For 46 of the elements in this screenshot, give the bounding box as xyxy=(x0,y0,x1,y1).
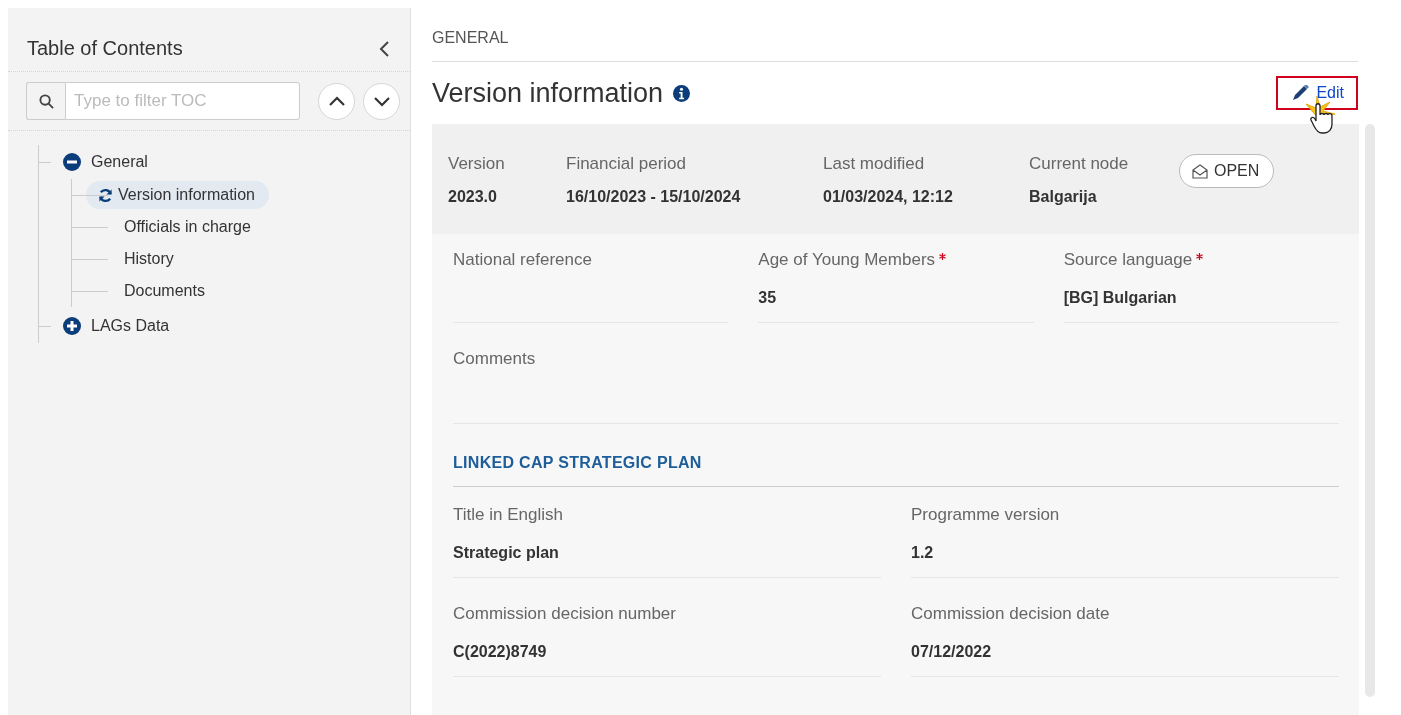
summary-value: 01/03/2024, 12:12 xyxy=(823,188,954,206)
field-label: Programme version xyxy=(911,505,1061,526)
tree-item[interactable]: LAGs Data xyxy=(79,312,184,340)
chevron-down-icon xyxy=(372,95,391,107)
summary-label: Current node xyxy=(1029,154,1130,174)
field-label: Title in English xyxy=(453,505,564,526)
refresh-icon xyxy=(98,187,113,203)
field-value: 35 xyxy=(758,274,1034,323)
previous-button[interactable] xyxy=(318,82,355,120)
summary-label: Version xyxy=(448,154,506,174)
expand-icon[interactable] xyxy=(63,317,81,335)
section-title: LINKED CAP STRATEGIC PLAN xyxy=(453,454,1339,487)
tree-item[interactable]: Officials in charge xyxy=(112,213,265,241)
summary-label: Last modified xyxy=(823,154,926,174)
field-value: 07/12/2022 xyxy=(911,628,1339,677)
chevron-up-icon xyxy=(327,95,346,107)
field-label: Commission decision number xyxy=(453,604,677,625)
search-icon xyxy=(38,93,54,109)
field-label: Age of Young Members xyxy=(758,250,1034,274)
tree-item[interactable]: General xyxy=(79,148,162,176)
summary-value: Balgarija xyxy=(1029,188,1098,206)
field-value: Strategic plan xyxy=(453,529,881,578)
collapse-icon[interactable] xyxy=(63,153,81,171)
info-icon[interactable] xyxy=(673,84,691,102)
sidebar-title: Table of Contents xyxy=(27,37,183,60)
tree-item[interactable]: Version information xyxy=(86,181,269,209)
field-label: Comments xyxy=(453,349,537,370)
status-badge: OPEN xyxy=(1179,154,1275,188)
field-label: National reference xyxy=(453,250,593,271)
field-value: 1.2 xyxy=(911,529,1339,578)
page-title: Version information xyxy=(432,77,664,109)
field-label: Commission decision date xyxy=(911,604,1111,625)
summary-value: 16/10/2023 - 15/10/2024 xyxy=(566,188,742,206)
tree-item[interactable]: Documents xyxy=(112,277,219,305)
collapse-chevron-icon[interactable] xyxy=(379,39,390,58)
breadcrumb: GENERAL xyxy=(432,8,1358,62)
envelope-icon xyxy=(1192,163,1208,179)
field-label: Source language xyxy=(1063,250,1339,274)
tree-item[interactable]: History xyxy=(112,245,188,273)
next-button[interactable] xyxy=(363,82,400,120)
field-value: [BG] Bulgarian xyxy=(1063,274,1339,323)
summary-label: Financial period xyxy=(566,154,687,174)
pencil-icon xyxy=(1292,85,1311,101)
filter-field[interactable]: Type to filter TOC xyxy=(65,82,300,120)
field-value: C(2022)8749 xyxy=(453,628,881,677)
summary-value: 2023.0 xyxy=(448,188,498,206)
